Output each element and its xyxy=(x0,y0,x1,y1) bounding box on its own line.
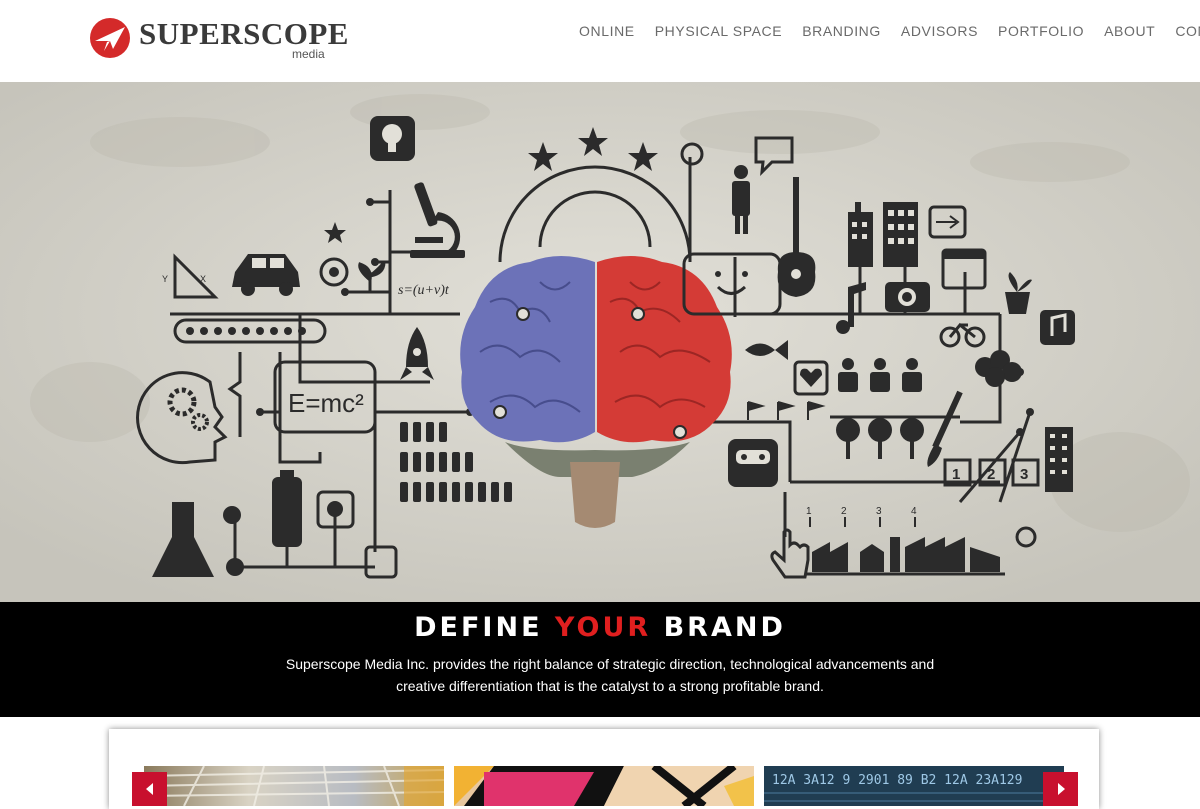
chart-number-4: 4 xyxy=(911,506,917,517)
carousel-thumb-abstract[interactable] xyxy=(454,766,754,806)
svg-text:X: X xyxy=(200,274,206,284)
chart-number-2: 2 xyxy=(841,506,847,517)
portfolio-carousel: 12A 3A12 9 2901 89 B2 12A 23A129 xyxy=(109,729,1099,809)
office-image xyxy=(144,766,444,806)
nav-contact[interactable]: CONTACT xyxy=(1165,20,1200,42)
carousel-next-button[interactable] xyxy=(1043,772,1078,806)
tagline-accent: YOUR xyxy=(554,612,652,643)
plane-in-circle-icon xyxy=(90,18,130,58)
logo[interactable]: SUPERSCOPE media xyxy=(89,14,348,64)
svg-text:Y: Y xyxy=(162,274,168,284)
nav-about[interactable]: ABOUT xyxy=(1094,20,1165,42)
tagline-title: DEFINE YOUR BRAND xyxy=(0,612,1200,643)
chart-number-1: 1 xyxy=(806,506,812,517)
carousel-prev-button[interactable] xyxy=(132,772,167,806)
hero-banner: s=(u+v)t Y X E=mc² 1 2 3 1 2 3 4 xyxy=(0,82,1200,602)
nav-online[interactable]: ONLINE xyxy=(569,20,645,42)
carousel-thumb-code[interactable]: 12A 3A12 9 2901 89 B2 12A 23A129 xyxy=(764,766,1064,806)
svg-text:s=(u+v)t: s=(u+v)t xyxy=(398,283,450,298)
carousel-thumb-office[interactable] xyxy=(144,766,444,806)
nav-advisors[interactable]: ADVISORS xyxy=(891,20,988,42)
step-number-3: 3 xyxy=(1020,466,1028,483)
tagline-part-1: DEFINE xyxy=(414,612,555,643)
formula-label: E=mc² xyxy=(288,388,364,418)
chevron-right-icon xyxy=(1057,783,1065,795)
nav-portfolio[interactable]: PORTFOLIO xyxy=(988,20,1094,42)
main-nav: ONLINE PHYSICAL SPACE BRANDING ADVISORS … xyxy=(569,20,1200,42)
tagline-part-2: BRAND xyxy=(651,612,786,643)
chart-number-3: 3 xyxy=(876,506,882,517)
code-text: 12A 3A12 9 2901 89 B2 12A 23A129 xyxy=(772,773,1022,788)
step-number-2: 2 xyxy=(987,466,995,483)
step-number-1: 1 xyxy=(952,466,960,483)
site-header: SUPERSCOPE media ONLINE PHYSICAL SPACE B… xyxy=(0,0,1200,82)
brand-sub: media xyxy=(292,47,325,61)
nav-branding[interactable]: BRANDING xyxy=(792,20,891,42)
chevron-left-icon xyxy=(145,783,153,795)
abstract-image xyxy=(454,766,754,806)
code-image: 12A 3A12 9 2901 89 B2 12A 23A129 xyxy=(764,766,1064,806)
hero-illustration: s=(u+v)t Y X E=mc² 1 2 3 1 2 3 4 xyxy=(0,82,1200,602)
tagline-band: DEFINE YOUR BRAND Superscope Media Inc. … xyxy=(0,602,1200,717)
tagline-description: Superscope Media Inc. provides the right… xyxy=(285,656,935,694)
nav-physical-space[interactable]: PHYSICAL SPACE xyxy=(645,20,792,42)
